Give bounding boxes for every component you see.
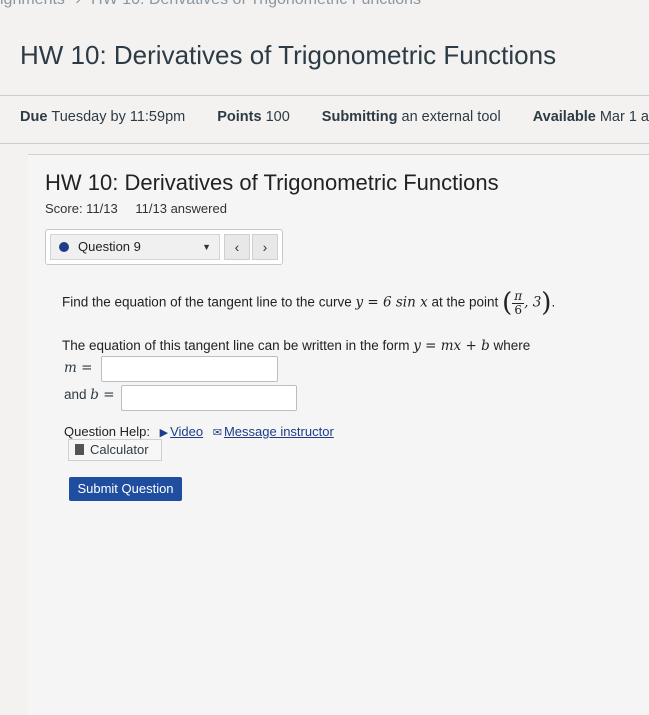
b-answer-input[interactable] <box>121 385 297 411</box>
submitting-label: Submitting <box>321 109 398 125</box>
question-help: Question Help: ▶ Video ✉ Message instructo… <box>64 424 334 439</box>
point-x-numerator: π <box>512 288 525 304</box>
mail-icon: ✉ <box>212 427 222 439</box>
available-label: Available <box>532 109 596 125</box>
form-instruction: The equation of this tangent line can be… <box>62 338 530 354</box>
form-suffix: where <box>493 338 531 353</box>
divider <box>0 95 649 96</box>
question-middle: at the point <box>431 294 499 310</box>
video-icon: ▶ <box>159 427 169 439</box>
question-text: Find the equation of the tangent line to… <box>62 288 556 318</box>
m-answer-input[interactable] <box>101 356 278 382</box>
m-label: m = <box>64 360 93 376</box>
question-select-label: Question 9 <box>78 239 141 254</box>
form-prefix: The equation of this tangent line can be… <box>62 338 410 353</box>
points-label: Points <box>217 109 262 125</box>
b-label: and b = <box>64 387 115 403</box>
point-x-fraction: π6 <box>512 288 525 317</box>
open-paren: ( <box>502 288 513 318</box>
prev-question-button[interactable]: ‹ <box>224 234 250 260</box>
breadcrumb-separator: › <box>75 0 80 8</box>
point-x-denominator: 6 <box>514 302 522 317</box>
assignment-title: HW 10: Derivatives of Trigonometric Func… <box>45 170 499 195</box>
calculator-icon <box>75 444 84 455</box>
breadcrumb-current[interactable]: HW 10: Derivatives of Trigonometric Func… <box>91 0 421 8</box>
due-label: Due <box>20 109 48 125</box>
score: Score: 11/13 <box>45 201 118 216</box>
available-value: Mar 1 at <box>599 109 649 125</box>
breadcrumb: ignments › HW 10: Derivatives of Trigono… <box>0 0 427 9</box>
next-question-button[interactable]: › <box>252 234 278 260</box>
curve-equation: y = 6 sin x <box>355 294 428 311</box>
point-comma: , <box>524 294 533 311</box>
breadcrumb-assignments-link[interactable]: ignments <box>0 0 65 8</box>
message-instructor-link[interactable]: ✉ Message instructor <box>213 424 334 439</box>
b-label-var: b = <box>90 387 115 403</box>
divider <box>0 143 649 144</box>
question-help-label: Question Help: <box>64 424 150 439</box>
page-title: HW 10: Derivatives of Trigonometric Func… <box>20 40 557 70</box>
score-line: Score: 11/13 11/13 answered <box>45 201 241 216</box>
close-paren: ) <box>541 288 552 318</box>
question-navigator: Question 9 ▼ ‹ › <box>45 229 283 265</box>
question-prefix: Find the equation of the tangent line to… <box>62 294 352 310</box>
video-link-label: Video <box>170 424 204 439</box>
point-y: 3 <box>532 294 542 311</box>
calculator-label: Calculator <box>90 442 149 457</box>
submitting-value: an external tool <box>401 109 501 125</box>
video-link[interactable]: ▶ Video <box>160 424 203 439</box>
question-select[interactable]: Question 9 ▼ <box>50 234 220 260</box>
submit-question-button[interactable]: Submit Question <box>69 477 182 501</box>
message-link-label: Message instructor <box>223 424 334 439</box>
calculator-button[interactable]: Calculator <box>68 439 162 461</box>
assignment-meta: Due Tuesday by 11:59pm Points 100 Submitti… <box>20 109 649 125</box>
status-dot-icon <box>59 242 69 252</box>
answered-count: 11/13 answered <box>135 201 227 216</box>
b-label-prefix: and <box>64 387 87 402</box>
due-value: Tuesday by 11:59pm <box>51 109 186 125</box>
points-value: 100 <box>265 109 290 125</box>
caret-down-icon: ▼ <box>202 242 211 252</box>
form-equation: y = mx + b <box>413 338 490 354</box>
